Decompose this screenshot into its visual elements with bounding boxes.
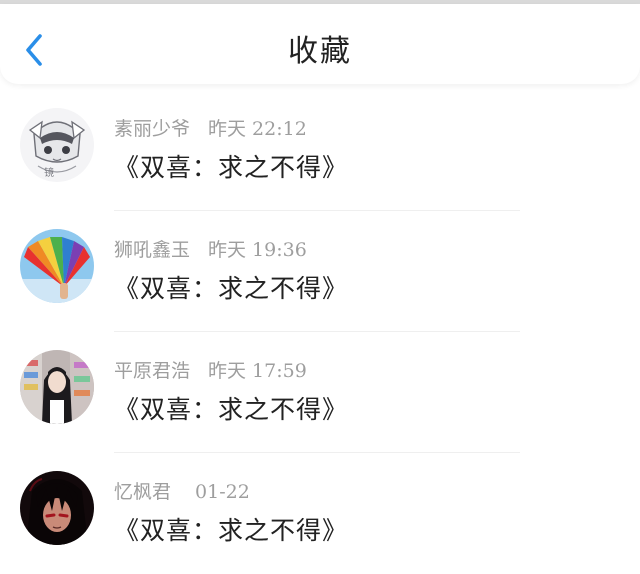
- list-item[interactable]: 平原君浩 昨天 17:59 《双喜：求之不得》: [0, 332, 640, 453]
- item-meta: 狮吼鑫玉 昨天 19:36: [114, 235, 307, 262]
- timestamp: 17:59: [252, 360, 307, 382]
- avatar[interactable]: [20, 350, 94, 424]
- item-meta: 忆枫君 01-22: [114, 477, 250, 504]
- list-item[interactable]: 镜 素丽少爷 昨天 22:12 《双喜：求之不得》: [0, 90, 640, 211]
- item-title[interactable]: 《双喜：求之不得》: [114, 269, 348, 305]
- list-item[interactable]: 狮吼鑫玉 昨天 19:36 《双喜：求之不得》: [0, 211, 640, 332]
- user-name[interactable]: 忆枫君: [114, 481, 171, 503]
- item-meta: 素丽少爷 昨天 22:12: [114, 114, 307, 141]
- date-label: 昨天: [208, 360, 247, 382]
- svg-text:镜: 镜: [44, 166, 54, 179]
- favorites-list: 镜 素丽少爷 昨天 22:12 《双喜：求之不得》 狮吼鑫玉 昨天 19:36 …: [0, 90, 640, 574]
- user-name[interactable]: 狮吼鑫玉: [114, 239, 190, 261]
- avatar[interactable]: 镜: [20, 108, 94, 182]
- timestamp: 01-22: [195, 481, 250, 503]
- timestamp: 19:36: [252, 239, 307, 261]
- item-meta: 平原君浩 昨天 17:59: [114, 356, 307, 383]
- header-bar: 收藏: [0, 4, 640, 84]
- list-item[interactable]: 忆枫君 01-22 《双喜：求之不得》: [0, 453, 640, 574]
- user-name[interactable]: 素丽少爷: [114, 118, 190, 140]
- date-label: 昨天: [208, 118, 247, 140]
- item-title[interactable]: 《双喜：求之不得》: [114, 148, 348, 184]
- page-title: 收藏: [288, 34, 352, 69]
- date-label: 昨天: [208, 239, 247, 261]
- avatar[interactable]: [20, 471, 94, 545]
- item-title[interactable]: 《双喜：求之不得》: [114, 511, 348, 547]
- avatar[interactable]: [20, 229, 94, 303]
- user-name[interactable]: 平原君浩: [114, 360, 190, 382]
- item-title[interactable]: 《双喜：求之不得》: [114, 390, 348, 426]
- timestamp: 22:12: [252, 118, 307, 140]
